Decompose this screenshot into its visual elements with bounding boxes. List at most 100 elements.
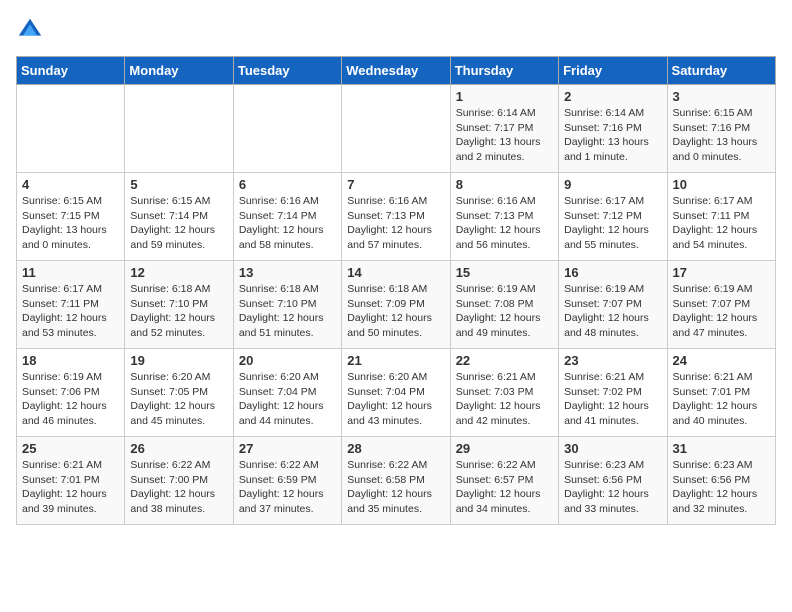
- day-number: 28: [347, 441, 444, 456]
- calendar-cell: 3 Sunrise: 6:15 AM Sunset: 7:16 PM Daylig…: [667, 85, 775, 173]
- calendar-cell: 20Sunrise: 6:20 AM Sunset: 7:04 PM Dayli…: [233, 349, 341, 437]
- calendar-cell: 5 Sunrise: 6:15 AM Sunset: 7:14 PM Daylig…: [125, 173, 233, 261]
- day-number: 17: [673, 265, 770, 280]
- cell-content: Sunrise: 6:15 AM Sunset: 7:14 PM Dayligh…: [130, 194, 227, 253]
- cell-content: Sunrise: 6:20 AM Sunset: 7:05 PM Dayligh…: [130, 370, 227, 429]
- cell-content: Sunrise: 6:19 AM Sunset: 7:06 PM Dayligh…: [22, 370, 119, 429]
- cell-content: Sunrise: 6:20 AM Sunset: 7:04 PM Dayligh…: [347, 370, 444, 429]
- day-number: 26: [130, 441, 227, 456]
- cell-content: Sunrise: 6:21 AM Sunset: 7:01 PM Dayligh…: [22, 458, 119, 517]
- calendar-cell: 12Sunrise: 6:18 AM Sunset: 7:10 PM Dayli…: [125, 261, 233, 349]
- cell-content: Sunrise: 6:21 AM Sunset: 7:02 PM Dayligh…: [564, 370, 661, 429]
- cell-content: Sunrise: 6:18 AM Sunset: 7:09 PM Dayligh…: [347, 282, 444, 341]
- calendar-cell: 9 Sunrise: 6:17 AM Sunset: 7:12 PM Daylig…: [559, 173, 667, 261]
- cell-content: Sunrise: 6:22 AM Sunset: 6:59 PM Dayligh…: [239, 458, 336, 517]
- day-number: 22: [456, 353, 553, 368]
- day-number: 18: [22, 353, 119, 368]
- header-day-sunday: Sunday: [17, 57, 125, 85]
- cell-content: Sunrise: 6:19 AM Sunset: 7:08 PM Dayligh…: [456, 282, 553, 341]
- day-number: 14: [347, 265, 444, 280]
- day-number: 8: [456, 177, 553, 192]
- calendar-cell: 10Sunrise: 6:17 AM Sunset: 7:11 PM Dayli…: [667, 173, 775, 261]
- day-number: 4: [22, 177, 119, 192]
- calendar-cell: 1 Sunrise: 6:14 AM Sunset: 7:17 PM Daylig…: [450, 85, 558, 173]
- cell-content: Sunrise: 6:16 AM Sunset: 7:14 PM Dayligh…: [239, 194, 336, 253]
- week-row-5: 25 Sunrise: 6:21 AM Sunset: 7:01 PM Dayli…: [17, 437, 776, 525]
- calendar-cell: 4 Sunrise: 6:15 AM Sunset: 7:15 PM Daylig…: [17, 173, 125, 261]
- day-number: 21: [347, 353, 444, 368]
- cell-content: Sunrise: 6:14 AM Sunset: 7:17 PM Dayligh…: [456, 106, 553, 165]
- cell-content: Sunrise: 6:16 AM Sunset: 7:13 PM Dayligh…: [347, 194, 444, 253]
- cell-content: Sunrise: 6:17 AM Sunset: 7:11 PM Dayligh…: [673, 194, 770, 253]
- calendar-cell: 26 Sunrise: 6:22 AM Sunset: 7:00 PM Dayli…: [125, 437, 233, 525]
- week-row-3: 11 Sunrise: 6:17 AM Sunset: 7:11 PM Dayli…: [17, 261, 776, 349]
- header-row: SundayMondayTuesdayWednesdayThursdayFrid…: [17, 57, 776, 85]
- calendar-cell: 16Sunrise: 6:19 AM Sunset: 7:07 PM Dayli…: [559, 261, 667, 349]
- day-number: 20: [239, 353, 336, 368]
- logo: [16, 16, 48, 44]
- cell-content: Sunrise: 6:21 AM Sunset: 7:03 PM Dayligh…: [456, 370, 553, 429]
- cell-content: Sunrise: 6:22 AM Sunset: 7:00 PM Dayligh…: [130, 458, 227, 517]
- cell-content: Sunrise: 6:23 AM Sunset: 6:56 PM Dayligh…: [564, 458, 661, 517]
- calendar-cell: 7 Sunrise: 6:16 AM Sunset: 7:13 PM Daylig…: [342, 173, 450, 261]
- calendar-cell: 18 Sunrise: 6:19 AM Sunset: 7:06 PM Dayli…: [17, 349, 125, 437]
- day-number: 25: [22, 441, 119, 456]
- calendar-cell: 17 Sunrise: 6:19 AM Sunset: 7:07 PM Dayli…: [667, 261, 775, 349]
- header-day-thursday: Thursday: [450, 57, 558, 85]
- logo-icon: [16, 16, 44, 44]
- cell-content: Sunrise: 6:18 AM Sunset: 7:10 PM Dayligh…: [239, 282, 336, 341]
- calendar-cell: 8 Sunrise: 6:16 AM Sunset: 7:13 PM Daylig…: [450, 173, 558, 261]
- day-number: 24: [673, 353, 770, 368]
- calendar-cell: 30 Sunrise: 6:23 AM Sunset: 6:56 PM Dayli…: [559, 437, 667, 525]
- day-number: 3: [673, 89, 770, 104]
- calendar-body: 1 Sunrise: 6:14 AM Sunset: 7:17 PM Daylig…: [17, 85, 776, 525]
- day-number: 15: [456, 265, 553, 280]
- calendar-cell: 31Sunrise: 6:23 AM Sunset: 6:56 PM Dayli…: [667, 437, 775, 525]
- calendar-cell: [17, 85, 125, 173]
- day-number: 30: [564, 441, 661, 456]
- header-day-saturday: Saturday: [667, 57, 775, 85]
- calendar-cell: 27 Sunrise: 6:22 AM Sunset: 6:59 PM Dayli…: [233, 437, 341, 525]
- day-number: 16: [564, 265, 661, 280]
- week-row-1: 1 Sunrise: 6:14 AM Sunset: 7:17 PM Daylig…: [17, 85, 776, 173]
- header-day-monday: Monday: [125, 57, 233, 85]
- day-number: 9: [564, 177, 661, 192]
- day-number: 11: [22, 265, 119, 280]
- day-number: 19: [130, 353, 227, 368]
- calendar-cell: 22 Sunrise: 6:21 AM Sunset: 7:03 PM Dayli…: [450, 349, 558, 437]
- day-number: 27: [239, 441, 336, 456]
- calendar-cell: 6 Sunrise: 6:16 AM Sunset: 7:14 PM Daylig…: [233, 173, 341, 261]
- cell-content: Sunrise: 6:21 AM Sunset: 7:01 PM Dayligh…: [673, 370, 770, 429]
- calendar-cell: 23 Sunrise: 6:21 AM Sunset: 7:02 PM Dayli…: [559, 349, 667, 437]
- calendar-cell: [342, 85, 450, 173]
- day-number: 7: [347, 177, 444, 192]
- week-row-4: 18 Sunrise: 6:19 AM Sunset: 7:06 PM Dayli…: [17, 349, 776, 437]
- cell-content: Sunrise: 6:22 AM Sunset: 6:58 PM Dayligh…: [347, 458, 444, 517]
- calendar-cell: 11 Sunrise: 6:17 AM Sunset: 7:11 PM Dayli…: [17, 261, 125, 349]
- cell-content: Sunrise: 6:14 AM Sunset: 7:16 PM Dayligh…: [564, 106, 661, 165]
- calendar-cell: [125, 85, 233, 173]
- calendar-cell: 14 Sunrise: 6:18 AM Sunset: 7:09 PM Dayli…: [342, 261, 450, 349]
- cell-content: Sunrise: 6:15 AM Sunset: 7:16 PM Dayligh…: [673, 106, 770, 165]
- day-number: 31: [673, 441, 770, 456]
- header-day-wednesday: Wednesday: [342, 57, 450, 85]
- cell-content: Sunrise: 6:19 AM Sunset: 7:07 PM Dayligh…: [673, 282, 770, 341]
- calendar-cell: 25 Sunrise: 6:21 AM Sunset: 7:01 PM Dayli…: [17, 437, 125, 525]
- calendar-cell: 28 Sunrise: 6:22 AM Sunset: 6:58 PM Dayli…: [342, 437, 450, 525]
- day-number: 6: [239, 177, 336, 192]
- calendar-cell: 19 Sunrise: 6:20 AM Sunset: 7:05 PM Dayli…: [125, 349, 233, 437]
- week-row-2: 4 Sunrise: 6:15 AM Sunset: 7:15 PM Daylig…: [17, 173, 776, 261]
- cell-content: Sunrise: 6:17 AM Sunset: 7:12 PM Dayligh…: [564, 194, 661, 253]
- header-day-tuesday: Tuesday: [233, 57, 341, 85]
- day-number: 13: [239, 265, 336, 280]
- page-header: [16, 16, 776, 44]
- cell-content: Sunrise: 6:15 AM Sunset: 7:15 PM Dayligh…: [22, 194, 119, 253]
- cell-content: Sunrise: 6:17 AM Sunset: 7:11 PM Dayligh…: [22, 282, 119, 341]
- calendar-cell: [233, 85, 341, 173]
- day-number: 1: [456, 89, 553, 104]
- cell-content: Sunrise: 6:16 AM Sunset: 7:13 PM Dayligh…: [456, 194, 553, 253]
- calendar-cell: 24 Sunrise: 6:21 AM Sunset: 7:01 PM Dayli…: [667, 349, 775, 437]
- day-number: 12: [130, 265, 227, 280]
- day-number: 5: [130, 177, 227, 192]
- day-number: 23: [564, 353, 661, 368]
